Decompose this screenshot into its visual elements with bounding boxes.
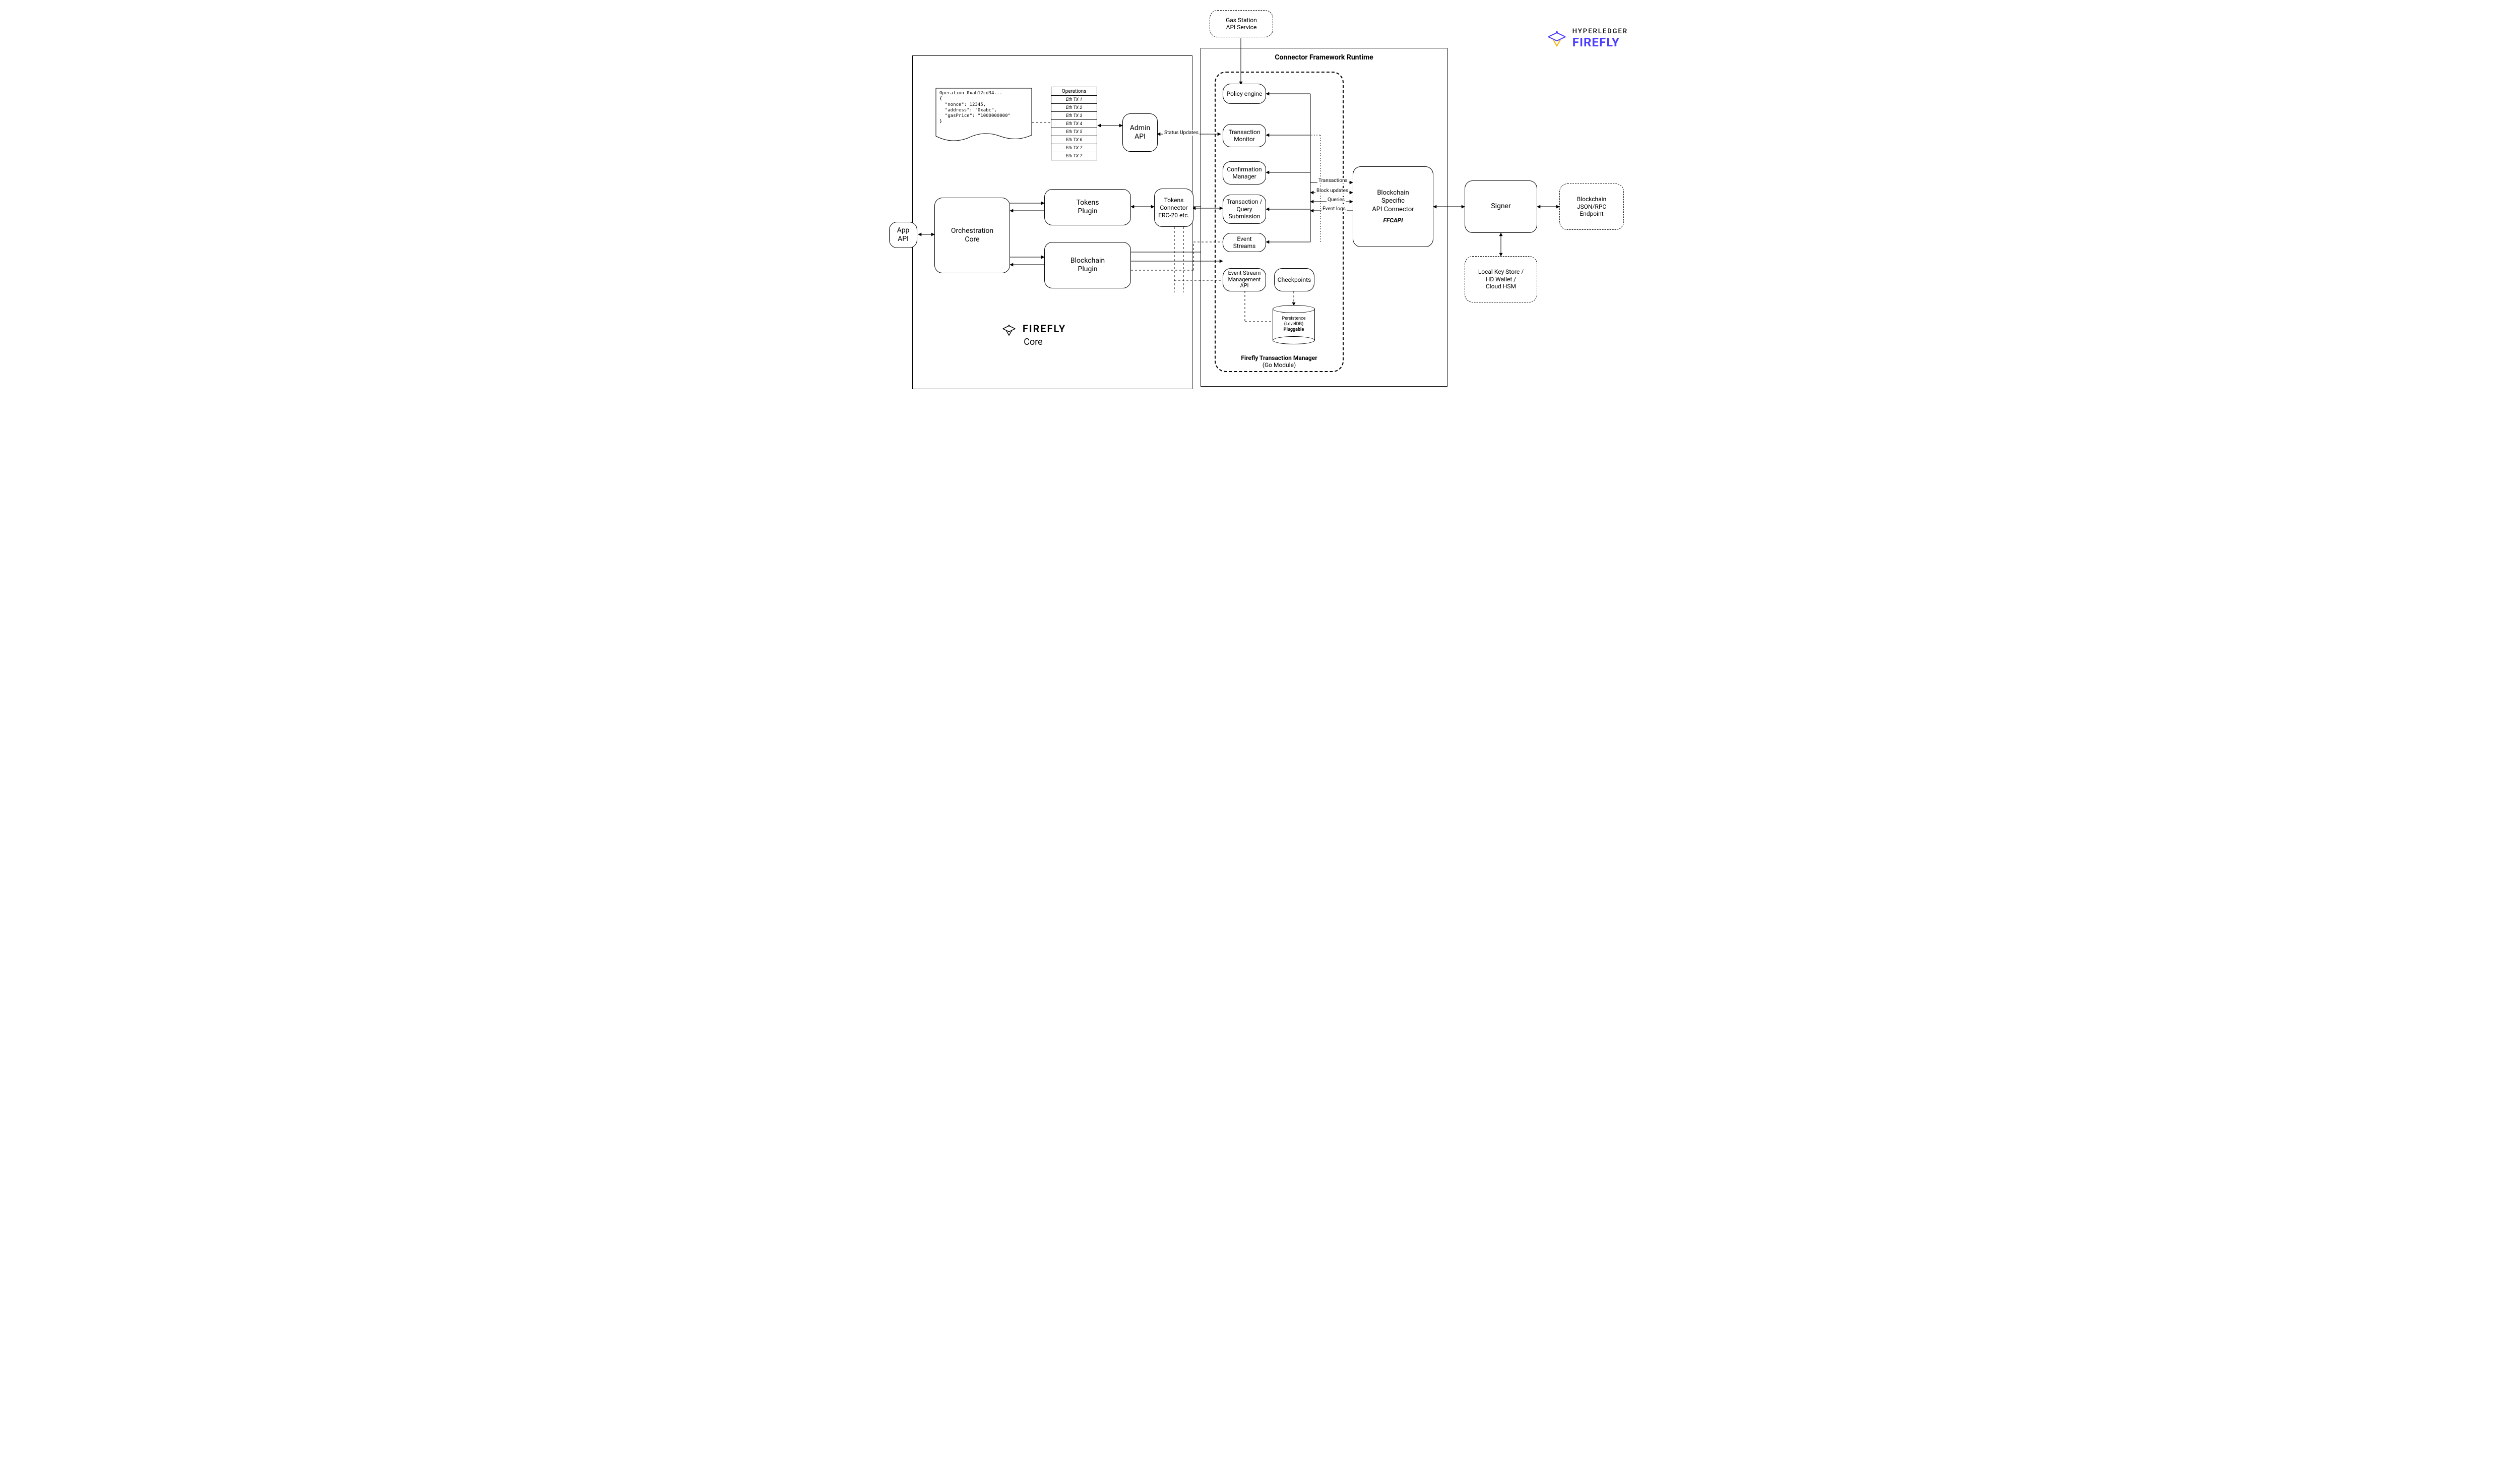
operation-note: Operation 0xab12cd34... { "nonce": 12345… bbox=[935, 88, 1032, 143]
app-api-box: App API bbox=[889, 222, 917, 248]
ftm-title-main: Firefly Transaction Manager bbox=[1241, 354, 1317, 361]
operations-header: Operations bbox=[1051, 87, 1097, 96]
tokens-plugin-label: Tokens Plugin bbox=[1076, 199, 1099, 216]
logo-line1: HYPERLEDGER bbox=[1572, 28, 1628, 35]
app-api-label: App API bbox=[897, 226, 910, 244]
endpoint-box: Blockchain JSON/RPC Endpoint bbox=[1559, 184, 1624, 230]
event-streams-label: Event Streams bbox=[1226, 235, 1263, 250]
persistence-cylinder: Persistence (LevelDB) Pluggable bbox=[1273, 305, 1315, 344]
operations-row: Eth TX 7 bbox=[1051, 144, 1097, 152]
event-logs-label: Event logs bbox=[1321, 206, 1347, 212]
ffcapi-l1: Blockchain bbox=[1377, 189, 1409, 197]
tokens-connector-label: Tokens Connector ERC-20 etc. bbox=[1158, 197, 1189, 219]
operations-row: Eth TX 3 bbox=[1051, 112, 1097, 120]
ffcapi-l3: API Connector bbox=[1372, 206, 1414, 213]
operations-row: Eth TX 5 bbox=[1051, 128, 1097, 136]
tx-query-submission-box: Transaction / Query Submission bbox=[1223, 195, 1266, 224]
gas-station-box: Gas Station API Service bbox=[1210, 10, 1273, 37]
operations-row: Eth TX 2 bbox=[1051, 104, 1097, 112]
logo-line2: FIREFLY bbox=[1572, 35, 1628, 49]
ffcapi-l2: Specific bbox=[1381, 197, 1405, 205]
operation-note-text: Operation 0xab12cd34... { "nonce": 12345… bbox=[939, 91, 1028, 125]
ffcore-title: FIREFLY bbox=[1023, 323, 1066, 335]
policy-engine-box: Policy engine bbox=[1223, 84, 1266, 104]
tx-monitor-box: Transaction Monitor bbox=[1223, 124, 1266, 147]
cfr-title: Connector Framework Runtime bbox=[1205, 53, 1443, 62]
ftm-title: Firefly Transaction Manager (Go Module) bbox=[1215, 354, 1344, 369]
operations-row: Eth TX 6 bbox=[1051, 136, 1097, 144]
status-updates-label: Status Updates bbox=[1163, 130, 1200, 136]
blockchain-plugin-box: Blockchain Plugin bbox=[1044, 242, 1131, 288]
esm-api-label: Event Stream Management API bbox=[1226, 270, 1263, 289]
operations-row: Eth TX 4 bbox=[1051, 120, 1097, 128]
keystore-label: Local Key Store / HD Wallet / Cloud HSM bbox=[1478, 268, 1524, 290]
persistence-l3: Pluggable bbox=[1284, 327, 1304, 332]
checkpoints-label: Checkpoints bbox=[1278, 276, 1311, 283]
block-updates-label: Block updates bbox=[1315, 188, 1349, 194]
event-streams-box: Event Streams bbox=[1223, 233, 1266, 252]
tx-query-submission-label: Transaction / Query Submission bbox=[1227, 198, 1263, 220]
hyperledger-firefly-logo: HYPERLEDGER FIREFLY bbox=[1546, 28, 1628, 49]
ffcore-sub: Core bbox=[973, 337, 1094, 347]
policy-engine-label: Policy engine bbox=[1227, 90, 1263, 97]
admin-api-label: Admin API bbox=[1130, 124, 1150, 142]
esm-api-box: Event Stream Management API bbox=[1223, 268, 1266, 291]
orchestration-core-label: Orchestration Core bbox=[951, 227, 993, 245]
checkpoints-box: Checkpoints bbox=[1274, 268, 1314, 291]
confirmation-manager-box: Confirmation Manager bbox=[1223, 161, 1266, 185]
persistence-l1: Persistence bbox=[1282, 316, 1305, 321]
tokens-plugin-box: Tokens Plugin bbox=[1044, 189, 1131, 225]
ftm-title-sub: (Go Module) bbox=[1263, 361, 1296, 369]
signer-box: Signer bbox=[1465, 180, 1537, 233]
gas-station-label: Gas Station API Service bbox=[1226, 17, 1257, 31]
tokens-connector-box: Tokens Connector ERC-20 etc. bbox=[1154, 189, 1193, 227]
admin-api-box: Admin API bbox=[1122, 113, 1158, 152]
keystore-box: Local Key Store / HD Wallet / Cloud HSM bbox=[1465, 256, 1537, 302]
orchestration-core-box: Orchestration Core bbox=[934, 198, 1010, 273]
ffcapi-box: Blockchain Specific API Connector FFCAPI bbox=[1353, 166, 1433, 247]
operations-row: Eth TX 7 bbox=[1051, 152, 1097, 160]
queries-label: Queries bbox=[1327, 197, 1346, 203]
firefly-core-label: FIREFLY Core bbox=[973, 323, 1094, 347]
persistence-l2: (LevelDB) bbox=[1284, 322, 1304, 327]
endpoint-label: Blockchain JSON/RPC Endpoint bbox=[1577, 196, 1606, 217]
ffcapi-l4: FFCAPI bbox=[1383, 217, 1403, 224]
transactions-label: Transactions bbox=[1317, 178, 1349, 184]
tx-monitor-label: Transaction Monitor bbox=[1228, 129, 1260, 143]
signer-label: Signer bbox=[1491, 202, 1510, 211]
confirmation-manager-label: Confirmation Manager bbox=[1227, 166, 1262, 180]
blockchain-plugin-label: Blockchain Plugin bbox=[1070, 257, 1105, 274]
operations-row: Eth TX 1 bbox=[1051, 96, 1097, 104]
